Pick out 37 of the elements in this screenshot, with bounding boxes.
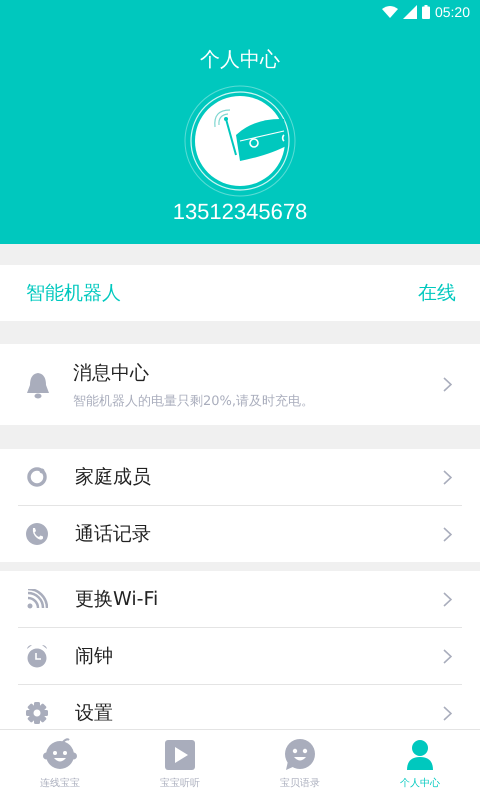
robot-avatar-icon <box>184 85 296 197</box>
device-name: 智能机器人 <box>26 281 121 306</box>
page-title: 个人中心 <box>200 46 280 73</box>
play-icon <box>165 740 195 770</box>
message-title: 消息中心 <box>73 360 150 386</box>
baby-face-icon <box>43 738 77 770</box>
menu-label: 闹钟 <box>75 644 114 669</box>
message-row[interactable]: 消息中心 智能机器人的电量只剩20%,请及时充电。 <box>0 344 480 425</box>
menu-row[interactable]: 更换Wi-Fi <box>18 571 462 627</box>
menu-row[interactable]: 闹钟 <box>18 627 462 684</box>
message-preview: 智能机器人的电量只剩20%,请及时充电。 <box>73 392 316 410</box>
menu-row[interactable]: 通话记录 <box>18 505 462 562</box>
signal-icon <box>402 5 417 19</box>
ring-icon <box>26 466 48 488</box>
chevron-icon <box>443 526 452 542</box>
status-time: 05:20 <box>434 4 470 20</box>
wifi-icon <box>382 6 398 18</box>
menu-row[interactable]: 家庭成员 <box>18 449 462 505</box>
signal-waves-icon <box>26 589 48 609</box>
battery-icon <box>422 5 430 19</box>
menu-label: 通话记录 <box>75 522 152 547</box>
bell-icon <box>26 370 50 398</box>
phone-icon <box>26 523 48 545</box>
chevron-icon <box>443 377 452 392</box>
phone-number: 13512345678 <box>172 199 308 225</box>
menu-label: 更换Wi-Fi <box>75 587 160 612</box>
chevron-icon <box>443 592 452 606</box>
settings-icon <box>26 702 48 724</box>
smiley-bubble-icon <box>285 739 315 770</box>
person-icon <box>407 740 433 770</box>
chevron-icon <box>443 706 452 720</box>
device-status: 在线 <box>418 281 456 306</box>
alarm-clock-icon <box>26 644 48 668</box>
menu-label: 设置 <box>75 701 114 726</box>
menu-label: 家庭成员 <box>75 465 152 490</box>
chevron-icon <box>443 648 452 664</box>
chevron-icon <box>443 470 452 484</box>
